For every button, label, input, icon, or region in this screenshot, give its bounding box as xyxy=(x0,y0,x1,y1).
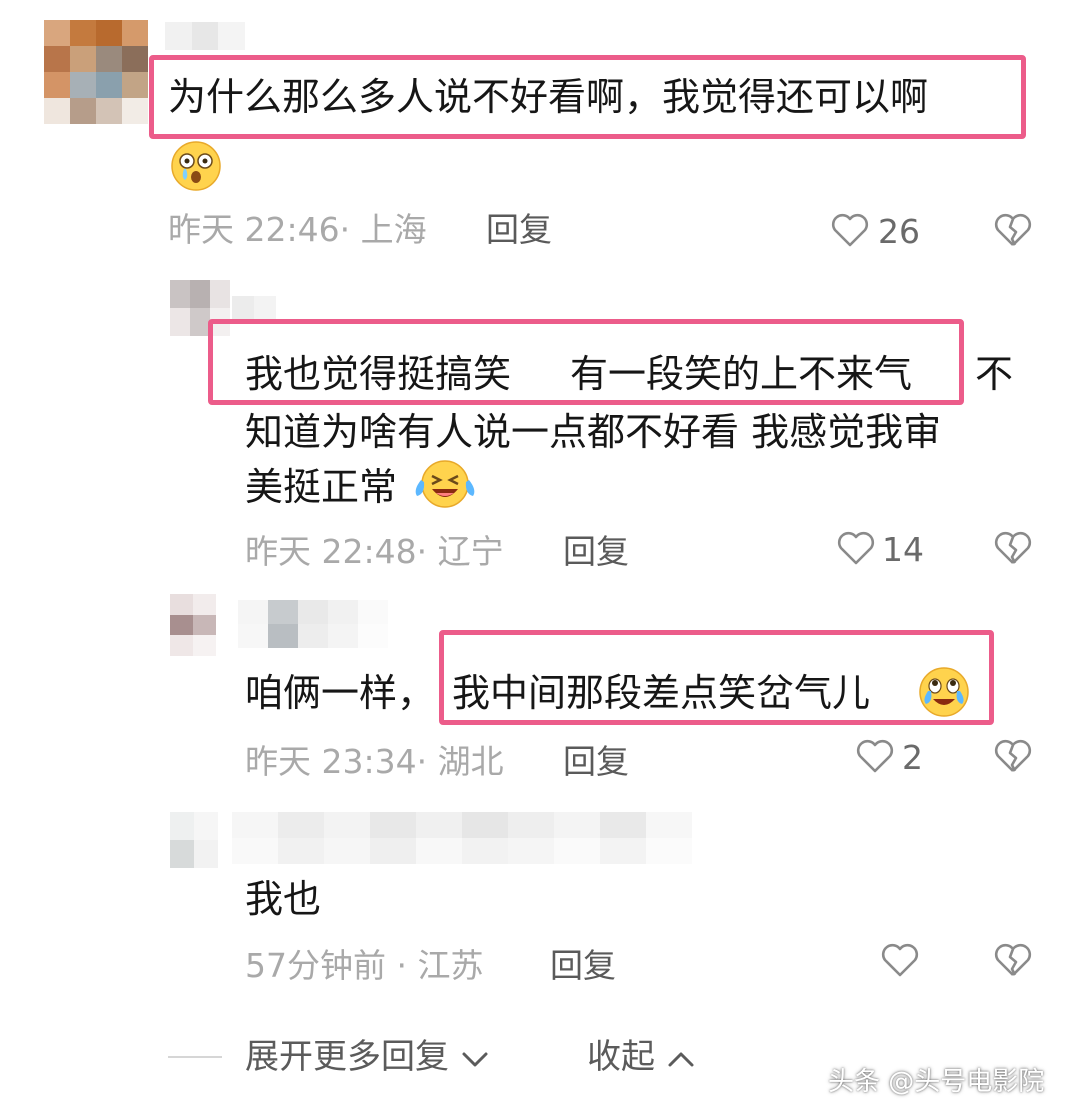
like-count: 26 xyxy=(878,212,920,251)
like-count: 14 xyxy=(882,530,924,569)
comment-text: 我也 xyxy=(245,877,322,921)
heart-icon[interactable] xyxy=(855,738,895,778)
reply-button[interactable]: 回复 xyxy=(486,210,552,250)
reply-button[interactable]: 回复 xyxy=(563,742,629,782)
username[interactable] xyxy=(232,812,692,864)
broken-heart-icon[interactable] xyxy=(993,738,1033,778)
reply-button[interactable]: 回复 xyxy=(563,532,629,572)
laughing-tears-emoji xyxy=(412,458,478,514)
username[interactable] xyxy=(232,296,276,320)
chevron-up-icon xyxy=(668,1052,694,1066)
heart-icon[interactable] xyxy=(830,212,870,252)
collapse-button[interactable]: 收起 xyxy=(587,1037,696,1077)
avatar[interactable] xyxy=(170,594,216,656)
comment-text: 咱俩一样， xyxy=(245,671,436,715)
username[interactable] xyxy=(165,22,245,50)
avatar[interactable] xyxy=(44,20,148,124)
comment-time-location: 昨天 22:46· 上海 xyxy=(168,210,427,249)
like-count: 2 xyxy=(902,738,923,777)
comment-text: 为什么那么多人说不好看啊，我觉得还可以啊 xyxy=(168,75,929,119)
heart-icon[interactable] xyxy=(880,942,920,982)
collapse-label: 收起 xyxy=(587,1037,655,1077)
astonished-tear-emoji xyxy=(170,140,222,196)
reply-button[interactable]: 回复 xyxy=(550,946,616,986)
expand-label: 展开更多回复 xyxy=(245,1037,449,1077)
username[interactable] xyxy=(238,600,388,648)
comment-text: 我中间那段差点笑岔气儿 xyxy=(452,671,871,715)
comment-time-location: 昨天 22:48· 辽宁 xyxy=(245,532,504,571)
comment-text: 美挺正常 xyxy=(245,465,398,509)
comment-text: 有一段笑的上不来气 xyxy=(570,352,913,396)
expand-more-replies-button[interactable]: 展开更多回复 xyxy=(245,1037,490,1077)
comment-text: 不 xyxy=(975,352,1014,396)
chevron-down-icon xyxy=(462,1052,488,1066)
broken-heart-icon[interactable] xyxy=(993,530,1033,570)
heart-icon[interactable] xyxy=(836,530,876,570)
comment-text: 知道为啥有人说一点都不好看 我感觉我审 xyxy=(245,410,942,454)
comment-time-location: 57分钟前 · 江苏 xyxy=(245,946,484,985)
avatar[interactable] xyxy=(170,812,218,868)
watermark: 头条 @头号电影院 xyxy=(828,1067,1045,1097)
broken-heart-icon[interactable] xyxy=(993,212,1033,252)
crying-laughing-emoji xyxy=(916,666,972,722)
comment-time-location: 昨天 23:34· 湖北 xyxy=(245,742,504,781)
divider xyxy=(168,1056,222,1058)
broken-heart-icon[interactable] xyxy=(993,942,1033,982)
comment-text: 我也觉得挺搞笑 xyxy=(245,352,512,396)
